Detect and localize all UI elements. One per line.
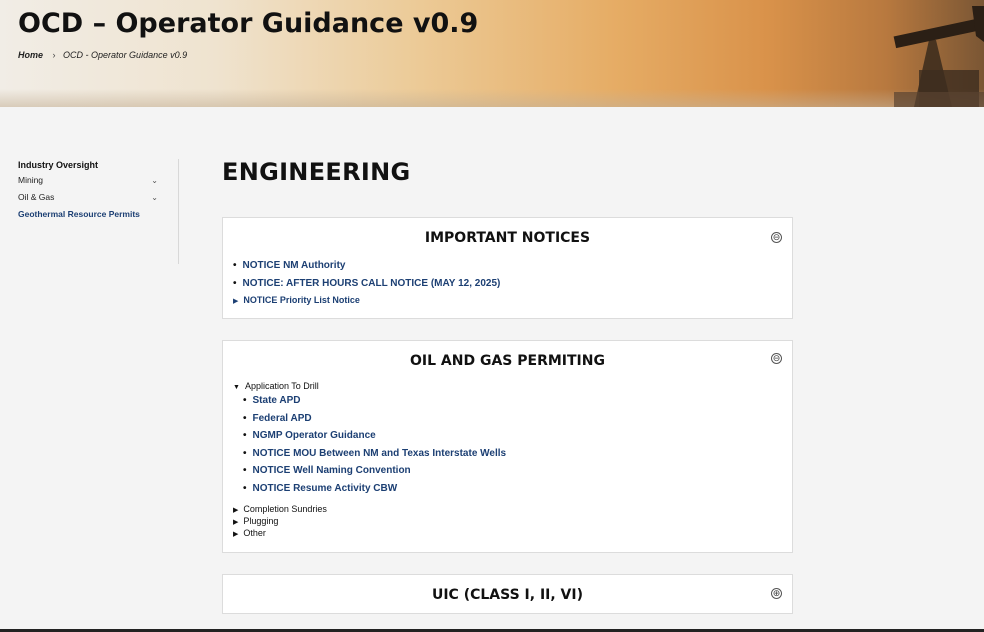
collapse-icon[interactable]: ⊖ <box>771 353 782 364</box>
section-title[interactable]: IMPORTANT NOTICES <box>223 230 792 246</box>
triangle-right-icon: ▶ <box>233 507 239 514</box>
apd-link[interactable]: NOTICE MOU Between NM and Texas Intersta… <box>243 445 507 463</box>
pumpjack-image <box>893 6 984 107</box>
notice-link[interactable]: NOTICE: AFTER HOURS CALL NOTICE (MAY 12,… <box>233 275 501 293</box>
section-oil-gas-permitting: OIL AND GAS PERMITING ⊖ ▼ Application To … <box>222 340 793 553</box>
sidebar-item-geothermal[interactable]: Geothermal Resource Permits <box>18 206 158 223</box>
breadcrumb-home-link[interactable]: Home <box>18 50 43 60</box>
triangle-right-icon: ▶ <box>233 298 239 305</box>
notice-link[interactable]: NOTICE NM Authority <box>233 257 500 275</box>
expand-icon[interactable]: ⊕ <box>771 588 782 599</box>
collapsed-group-toggle[interactable]: ▶ Plugging <box>233 515 506 527</box>
sidebar-item-oil-gas[interactable]: Oil & Gas ⌄ <box>18 189 158 206</box>
chevron-down-icon[interactable]: ⌄ <box>151 172 158 189</box>
sidebar-item-mining[interactable]: Mining ⌄ <box>18 172 158 189</box>
hero-banner: OCD – Operator Guidance v0.9 Home › OCD … <box>0 0 984 107</box>
section-title[interactable]: OIL AND GAS PERMITING <box>223 353 792 369</box>
sidebar-heading: Industry Oversight <box>18 160 99 170</box>
permitting-list: ▼ Application To Drill State APD Federal … <box>233 380 506 539</box>
page-title: ENGINEERING <box>222 158 411 186</box>
breadcrumb-current: OCD - Operator Guidance v0.9 <box>63 50 188 60</box>
sidebar-item-label: Geothermal Resource Permits <box>18 209 140 219</box>
breadcrumb-separator-icon: › <box>52 50 56 60</box>
apd-link[interactable]: State APD <box>243 392 506 410</box>
banner-horizon <box>0 89 984 107</box>
group-label: Plugging <box>243 516 279 526</box>
sidebar: Industry Oversight Mining ⌄ Oil & Gas ⌄ … <box>18 159 179 264</box>
section-title[interactable]: UIC (CLASS I, II, VI) <box>223 587 792 603</box>
apd-link[interactable]: NGMP Operator Guidance <box>243 427 506 445</box>
apd-link[interactable]: Federal APD <box>243 410 506 428</box>
section-uic[interactable]: UIC (CLASS I, II, VI) ⊕ <box>222 574 793 614</box>
collapse-icon[interactable]: ⊖ <box>771 232 782 243</box>
collapsed-group-toggle[interactable]: ▶ Completion Sundries <box>233 503 506 515</box>
group-label: Completion Sundries <box>243 504 327 514</box>
sidebar-item-label: Oil & Gas <box>18 192 55 202</box>
collapsed-group-toggle[interactable]: ▶ Other <box>233 527 506 539</box>
apd-link[interactable]: NOTICE Resume Activity CBW <box>243 480 506 498</box>
group-label: NOTICE Priority List Notice <box>243 295 360 305</box>
sidebar-item-label: Mining <box>18 175 44 185</box>
triangle-down-icon: ▼ <box>233 384 240 391</box>
triangle-right-icon: ▶ <box>233 531 239 538</box>
group-label: Application To Drill <box>244 381 319 391</box>
notices-list: NOTICE NM Authority NOTICE: AFTER HOURS … <box>233 257 500 309</box>
page-header-title: OCD – Operator Guidance v0.9 <box>18 8 479 39</box>
apd-sublist: State APD Federal APD NGMP Operator Guid… <box>243 392 507 498</box>
apd-link[interactable]: NOTICE Well Naming Convention <box>243 462 506 480</box>
open-group-toggle[interactable]: ▼ Application To Drill <box>233 380 506 392</box>
triangle-right-icon: ▶ <box>233 519 239 526</box>
group-label: Other <box>243 528 266 538</box>
chevron-down-icon[interactable]: ⌄ <box>151 189 158 206</box>
collapsed-group-toggle[interactable]: ▶ NOTICE Priority List Notice <box>233 292 500 309</box>
sidebar-divider <box>178 159 179 264</box>
breadcrumb: Home › OCD - Operator Guidance v0.9 <box>18 50 187 60</box>
section-important-notices: IMPORTANT NOTICES ⊖ NOTICE NM Authority … <box>222 217 793 319</box>
